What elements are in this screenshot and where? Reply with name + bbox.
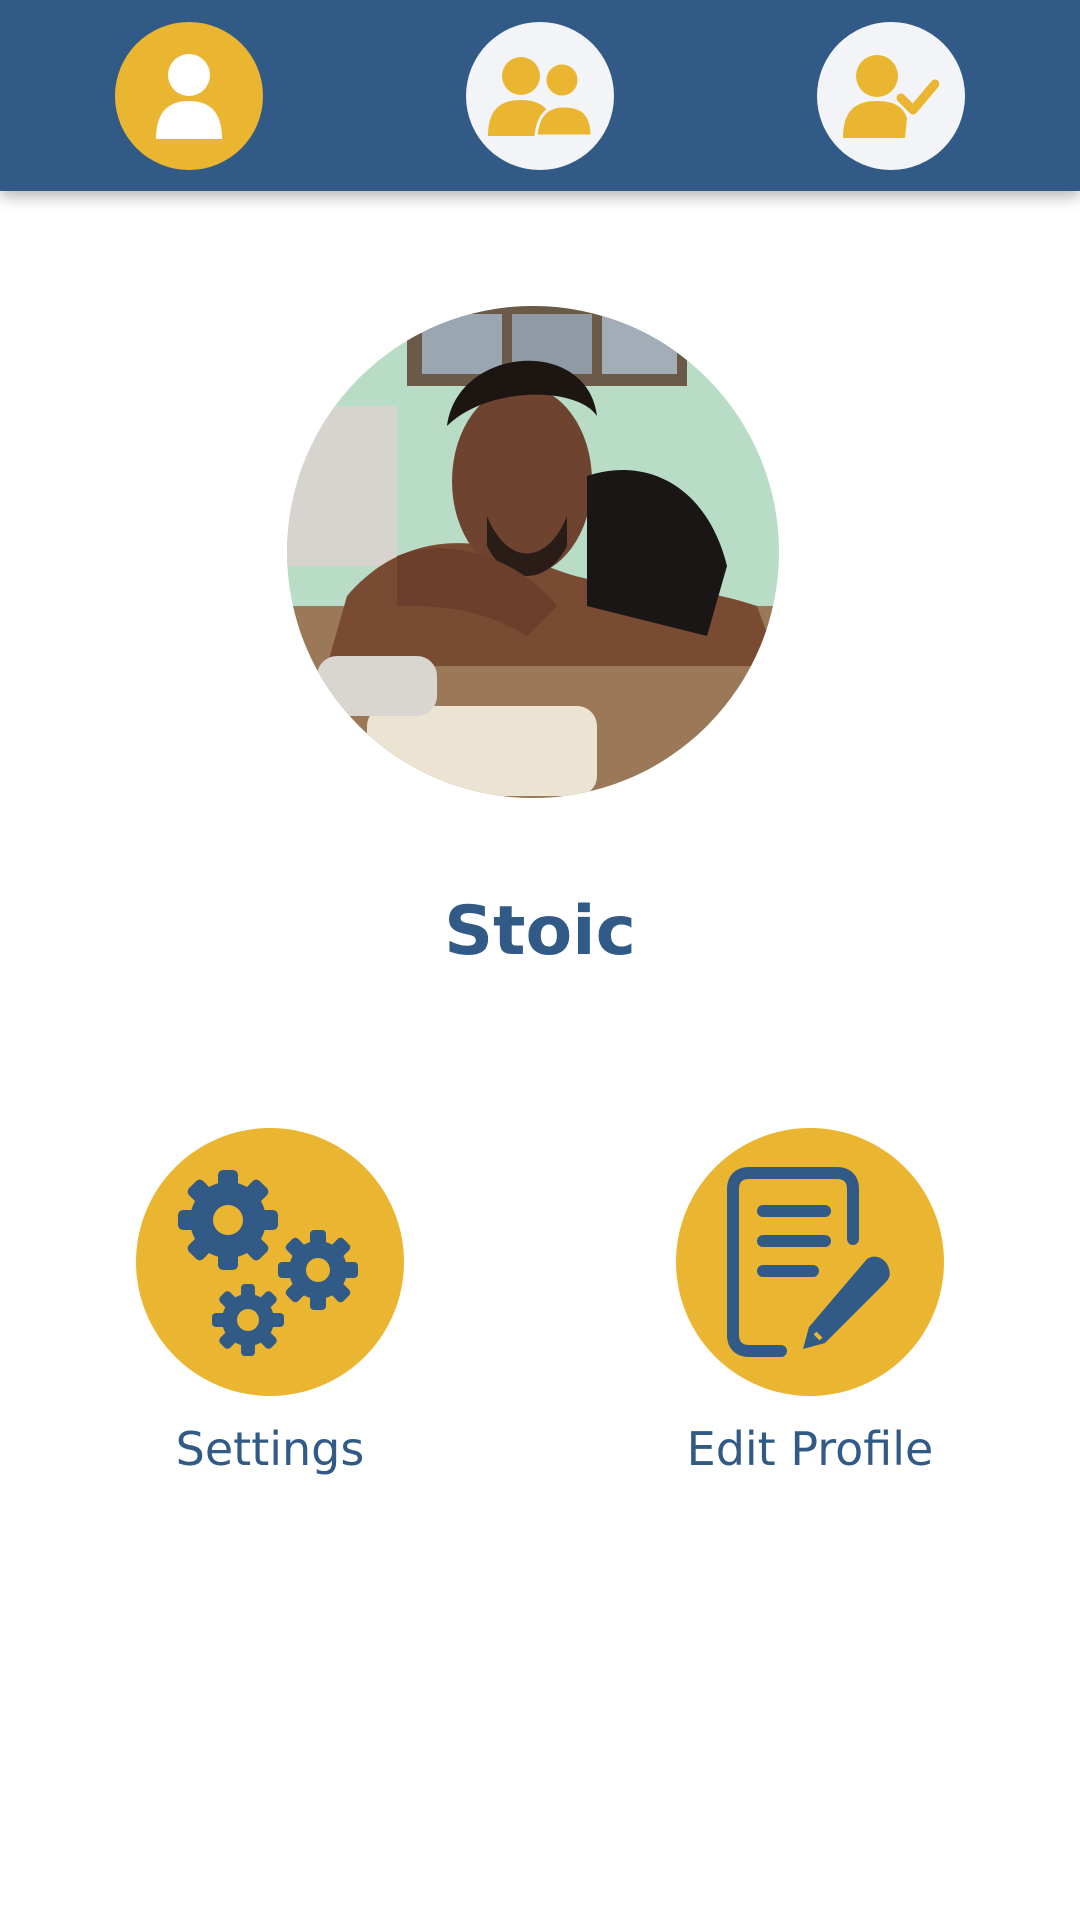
edit-document-icon (727, 1167, 890, 1357)
settings-label: Settings (175, 1422, 365, 1476)
profile-photo (287, 306, 779, 798)
nav-profile-button[interactable] (115, 22, 263, 170)
nav-friends-button[interactable] (466, 22, 614, 170)
top-nav-bar (0, 0, 1080, 191)
settings-button[interactable]: Settings (135, 1128, 405, 1475)
edit-profile-button[interactable]: Edit Profile (675, 1128, 945, 1475)
user-icon (156, 54, 222, 139)
profile-avatar (287, 306, 779, 798)
gears-icon (178, 1170, 358, 1356)
users-group-icon (488, 57, 592, 136)
edit-profile-icon-circle[interactable] (676, 1128, 944, 1396)
profile-name: Stoic (444, 892, 636, 971)
settings-icon-circle[interactable] (136, 1128, 404, 1396)
edit-profile-label: Edit Profile (686, 1422, 934, 1476)
user-check-icon (843, 55, 939, 138)
nav-verified-button[interactable] (817, 22, 965, 170)
